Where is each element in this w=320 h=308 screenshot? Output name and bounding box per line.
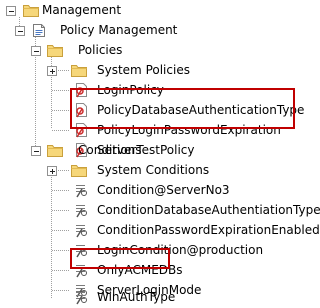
tree-node-label: Management [42, 3, 122, 17]
tree-node-condition[interactable]: ConditionPasswordExpirationEnabled [0, 220, 320, 240]
folder-icon [70, 62, 88, 78]
tree-node-condition[interactable]: OnlyACMEDBs [0, 260, 310, 280]
condition-icon [73, 242, 91, 258]
tree-node-label: PolicyDatabaseAuthenticationType [97, 103, 305, 117]
expand-toggle-icon[interactable] [47, 66, 57, 76]
tree-node-policy[interactable]: PolicyLoginPasswordExpiration [0, 120, 310, 140]
policy-icon [73, 102, 91, 118]
tree-node-label: Condition@ServerNo3 [97, 183, 230, 197]
tree-node-condition[interactable]: Condition@ServerNo3 [0, 180, 310, 200]
tree-node-system-policies[interactable]: System Policies [0, 60, 310, 80]
tree-node-label: ConditionPasswordExpirationEnabled [97, 223, 320, 237]
tree-node-label: Conditions [78, 143, 142, 157]
tree-node-label: ConditionDatabaseAuthentiationType [97, 203, 320, 217]
tree-node-label: LoginCondition@production [97, 243, 264, 257]
tree-node-label: System Policies [97, 63, 190, 77]
tree-node-policy[interactable]: PolicyDatabaseAuthenticationType [0, 100, 310, 120]
policy-management-icon [30, 22, 48, 38]
tree-node-system-conditions[interactable]: System Conditions [0, 160, 310, 180]
expand-toggle-icon[interactable] [47, 166, 57, 176]
condition-icon [73, 182, 91, 198]
tree-node-management[interactable]: Management [0, 0, 310, 20]
tree-node-label: Policy Management [60, 23, 178, 37]
tree-node-label: System Conditions [97, 163, 210, 177]
tree-node-policy[interactable]: LoginPolicy [0, 80, 310, 100]
folder-icon [46, 42, 64, 58]
object-explorer-tree: Management Policy Management Policies Sy… [0, 0, 320, 307]
collapse-toggle-icon[interactable] [31, 46, 41, 56]
collapse-toggle-icon[interactable] [31, 146, 41, 156]
collapse-toggle-icon[interactable] [6, 6, 16, 16]
collapse-toggle-icon[interactable] [15, 26, 25, 36]
condition-icon [73, 289, 91, 305]
tree-node-label: WinAuthType [97, 290, 176, 304]
condition-icon [73, 202, 91, 218]
tree-node-label: PolicyLoginPasswordExpiration [97, 123, 281, 137]
tree-node-label: OnlyACMEDBs [97, 263, 183, 277]
condition-icon [73, 222, 91, 238]
tree-node-condition[interactable]: ConditionDatabaseAuthentiationType [0, 200, 320, 220]
tree-node-conditions[interactable]: Conditions [0, 140, 310, 160]
folder-icon [22, 2, 40, 18]
tree-node-condition[interactable]: WinAuthType [0, 287, 310, 307]
condition-icon [73, 262, 91, 278]
folder-icon [70, 162, 88, 178]
tree-node-policies[interactable]: Policies [0, 40, 310, 60]
folder-icon [46, 142, 64, 158]
tree-node-label: LoginPolicy [97, 83, 164, 97]
policy-icon [73, 122, 91, 138]
policy-icon [73, 82, 91, 98]
tree-node-condition[interactable]: LoginCondition@production [0, 240, 310, 260]
tree-node-label: Policies [78, 43, 123, 57]
tree-node-policy-management[interactable]: Policy Management [0, 20, 310, 40]
